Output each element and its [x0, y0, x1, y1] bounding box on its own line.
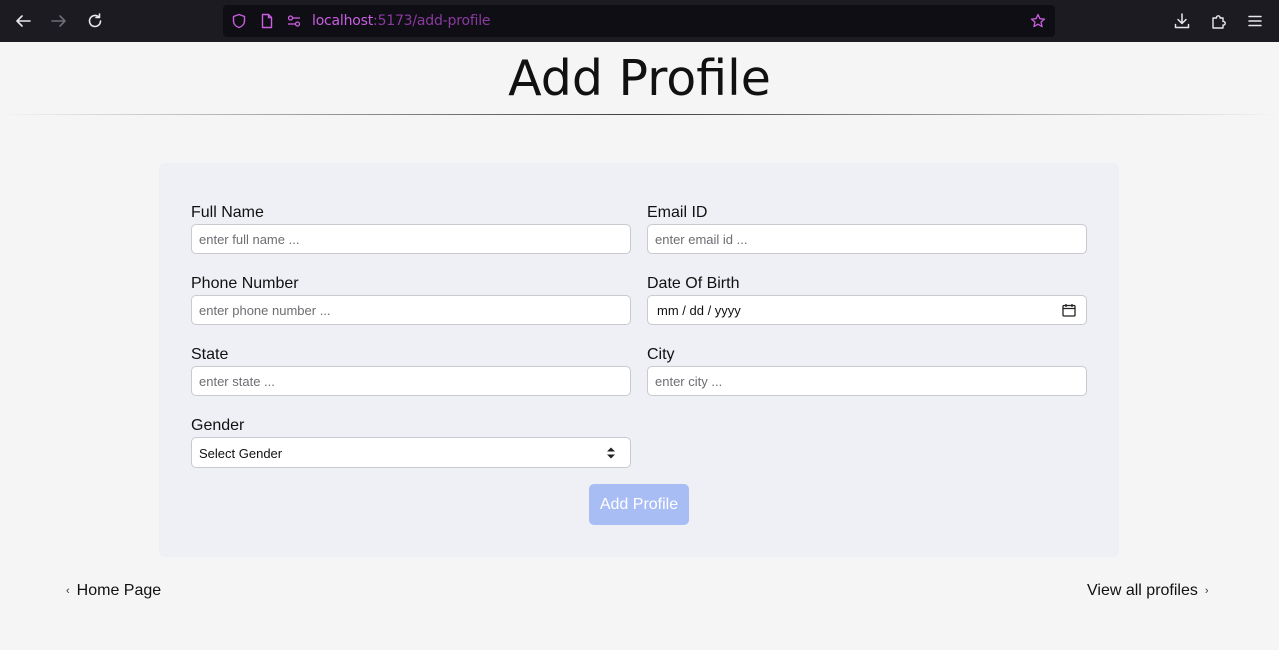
- dob-input[interactable]: mm / dd / yyyy: [647, 295, 1087, 325]
- email-label: Email ID: [647, 204, 708, 221]
- permissions-icon[interactable]: [286, 13, 302, 29]
- downloads-button[interactable]: [1170, 9, 1194, 33]
- arrow-left-icon: [16, 15, 31, 27]
- dob-label: Date Of Birth: [647, 275, 740, 292]
- phone-input[interactable]: [191, 295, 631, 325]
- phone-label: Phone Number: [191, 275, 299, 292]
- back-button[interactable]: [11, 9, 35, 33]
- url-text[interactable]: localhost:5173/add-profile: [312, 13, 491, 29]
- gender-select[interactable]: Select Gender: [191, 437, 631, 468]
- arrow-right-icon: [51, 15, 66, 27]
- extensions-button[interactable]: [1207, 9, 1231, 33]
- add-profile-button[interactable]: Add Profile: [589, 484, 689, 525]
- url-host: localhost: [312, 13, 374, 29]
- reload-icon: [88, 13, 102, 28]
- forward-button[interactable]: [47, 9, 71, 33]
- home-page-link[interactable]: ‹ Home Page: [66, 581, 161, 601]
- browser-toolbar: localhost:5173/add-profile: [0, 0, 1279, 42]
- select-arrows-icon: [607, 447, 615, 459]
- url-path: :5173/add-profile: [373, 13, 491, 29]
- reload-button[interactable]: [83, 9, 107, 33]
- puzzle-icon: [1212, 15, 1226, 29]
- full-name-input[interactable]: [191, 224, 631, 254]
- dob-value: mm / dd / yyyy: [657, 303, 741, 318]
- bookmark-star-icon[interactable]: [1030, 13, 1046, 29]
- full-name-label: Full Name: [191, 204, 264, 221]
- calendar-icon[interactable]: [1062, 303, 1076, 317]
- email-input[interactable]: [647, 224, 1087, 254]
- hamburger-menu-icon: [1248, 15, 1262, 27]
- city-label: City: [647, 346, 675, 363]
- view-all-profiles-link[interactable]: View all profiles ›: [1087, 581, 1209, 601]
- chevron-left-icon: ‹: [66, 585, 70, 597]
- title-divider: [0, 114, 1279, 115]
- city-input[interactable]: [647, 366, 1087, 396]
- view-all-profiles-label: View all profiles: [1087, 582, 1198, 599]
- state-label: State: [191, 346, 229, 363]
- download-icon: [1174, 13, 1190, 29]
- page-title: Add Profile: [508, 50, 771, 107]
- page-icon[interactable]: [259, 13, 275, 29]
- home-page-label: Home Page: [76, 582, 162, 599]
- gender-selected: Select Gender: [199, 446, 283, 461]
- address-bar[interactable]: localhost:5173/add-profile: [223, 5, 1055, 37]
- menu-button[interactable]: [1243, 9, 1267, 33]
- state-input[interactable]: [191, 366, 631, 396]
- shield-icon[interactable]: [231, 13, 247, 29]
- gender-label: Gender: [191, 417, 245, 434]
- chevron-right-icon: ›: [1204, 585, 1209, 597]
